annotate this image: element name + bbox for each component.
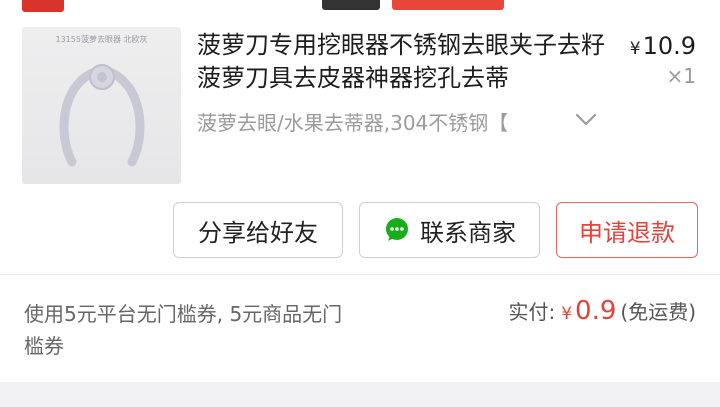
product-spec: 菠萝去眼/水果去蒂器,304不锈钢【 (197, 111, 509, 135)
chevron-down-icon[interactable] (575, 113, 597, 127)
chat-bubble-icon (386, 218, 408, 241)
refund-button-label: 申请退款 (579, 218, 675, 247)
pineapple-tool-image (59, 64, 145, 167)
paid-currency: ¥ (561, 304, 573, 324)
contact-seller-label: 联系商家 (420, 218, 516, 247)
promo-badge (392, 0, 504, 10)
paid-label: 实付: (508, 300, 556, 324)
spec-selector[interactable]: 菠萝去眼/水果去蒂器,304不锈钢【 (197, 107, 607, 137)
shop-logo-icon (22, 0, 64, 12)
refund-button[interactable]: 申请退款 (556, 202, 698, 258)
shop-header-strip[interactable] (0, 0, 720, 14)
paid-total: 实付: ¥0.9 (免运费) (508, 296, 696, 326)
price-value: 10.9 (642, 32, 696, 60)
shipping-note: (免运费) (620, 300, 696, 324)
paid-amount: 0.9 (575, 296, 617, 326)
product-quantity: ×1 (666, 64, 696, 88)
price-currency: ¥ (629, 39, 641, 59)
contact-seller-button[interactable]: 联系商家 (359, 202, 540, 258)
share-button[interactable]: 分享给好友 (173, 202, 343, 258)
share-button-label: 分享给好友 (198, 218, 318, 247)
section-divider (0, 274, 720, 275)
product-thumbnail[interactable]: 13155菠萝去眼器 北欧灰 (22, 27, 181, 184)
coupon-info: 使用5元平台无门槛券, 5元商品无门槛券 (24, 302, 343, 358)
bottom-spacer (0, 382, 720, 407)
product-price: ¥10.9 (630, 32, 696, 60)
product-title[interactable]: 菠萝刀专用挖眼器不锈钢去眼夹子去籽菠萝刀具去皮器神器挖孔去蒂 (197, 29, 607, 95)
shop-badge (322, 0, 380, 10)
